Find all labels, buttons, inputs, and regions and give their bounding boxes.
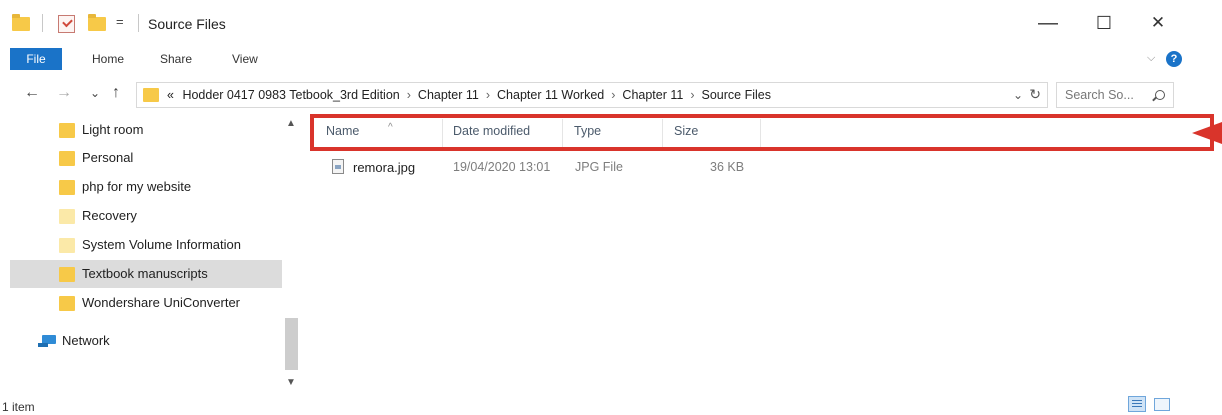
toolbar-divider — [42, 14, 43, 32]
pointer-arrow-icon — [1192, 122, 1222, 144]
sidebar-item-label: Network — [62, 333, 110, 348]
folder-icon — [59, 151, 75, 166]
expand-ribbon-icon[interactable]: ⌵ — [1147, 52, 1155, 65]
sidebar-item-label: php for my website — [82, 179, 192, 194]
navigation-pane: Light room Personal php for my website R… — [0, 116, 300, 388]
folder-icon — [59, 296, 75, 311]
properties-icon[interactable] — [58, 15, 75, 33]
refresh-icon[interactable]: ↻ — [1029, 86, 1041, 103]
window-title: Source Files — [148, 16, 226, 32]
breadcrumb-separator[interactable]: › — [407, 88, 411, 102]
sidebar-item-system-volume-information[interactable]: System Volume Information — [12, 231, 282, 259]
sidebar-item-label: System Volume Information — [82, 237, 241, 252]
sidebar-item-label: Wondershare UniConverter — [82, 295, 240, 310]
quick-access-dropdown[interactable]: = — [116, 14, 124, 29]
folder-icon — [143, 88, 159, 102]
folder-icon — [59, 267, 75, 282]
new-folder-icon[interactable] — [88, 14, 106, 31]
folder-icon — [12, 14, 30, 31]
sidebar-scrollbar[interactable]: ▲ ▼ — [283, 116, 300, 388]
close-button[interactable]: ✕ — [1138, 8, 1178, 38]
address-history-dropdown[interactable]: ⌄ — [1013, 88, 1023, 102]
breadcrumb-separator[interactable]: › — [486, 88, 490, 102]
tab-home[interactable]: Home — [92, 52, 124, 66]
sidebar-item-recovery[interactable]: Recovery — [12, 202, 282, 230]
breadcrumb-separator[interactable]: › — [690, 88, 694, 102]
breadcrumb-item[interactable]: Source Files — [702, 88, 771, 102]
sidebar-item-label: Textbook manuscripts — [82, 266, 208, 281]
up-button[interactable]: ↑ — [112, 84, 120, 102]
breadcrumb-item[interactable]: Chapter 11 Worked — [497, 88, 604, 102]
breadcrumb: « Hodder 0417 0983 Tetbook_3rd Edition › C… — [167, 88, 771, 102]
search-icon — [1155, 90, 1165, 100]
minimize-button[interactable]: — — [1028, 8, 1068, 38]
table-row[interactable]: remora.jpg 19/04/2020 13:01 JPG File 36 … — [326, 154, 926, 182]
sidebar-item-textbook-manuscripts[interactable]: Textbook manuscripts — [10, 260, 282, 288]
details-view-icon[interactable] — [1128, 396, 1146, 412]
breadcrumb-item[interactable]: Hodder 0417 0983 Tetbook_3rd Edition — [182, 88, 399, 102]
sidebar-item-php-for-my-website[interactable]: php for my website — [12, 173, 282, 201]
scroll-down-icon[interactable]: ▼ — [286, 377, 296, 388]
tab-file[interactable]: File — [10, 48, 62, 70]
navigation-bar: ← → ⌄ ↑ « Hodder 0417 0983 Tetbook_3rd E… — [0, 80, 1222, 110]
status-item-count: 1 item — [2, 400, 35, 414]
file-size: 36 KB — [710, 160, 745, 174]
tab-share[interactable]: Share — [160, 52, 192, 66]
forward-button[interactable]: → — [56, 84, 72, 102]
sidebar-item-wondershare-uniconverter[interactable]: Wondershare UniConverter — [12, 289, 282, 317]
title-bar: = Source Files — ☐ ✕ — [0, 0, 1222, 42]
sidebar-item-label: Light room — [82, 122, 144, 137]
scroll-up-icon[interactable]: ▲ — [286, 118, 296, 129]
sidebar-item-light-room[interactable]: Light room — [12, 116, 282, 144]
address-bar[interactable]: « Hodder 0417 0983 Tetbook_3rd Edition › C… — [136, 82, 1048, 108]
breadcrumb-separator[interactable]: › — [611, 88, 615, 102]
folder-icon — [59, 238, 75, 253]
file-name: remora.jpg — [353, 160, 416, 175]
search-placeholder: Search So... — [1065, 88, 1134, 102]
breadcrumb-item[interactable]: Chapter 11 — [418, 88, 479, 102]
file-date-modified: 19/04/2020 13:01 — [453, 160, 551, 174]
recent-locations-button[interactable]: ⌄ — [90, 86, 100, 100]
file-type: JPG File — [575, 160, 623, 174]
network-icon — [38, 335, 58, 347]
breadcrumb-item[interactable]: Chapter 11 — [622, 88, 683, 102]
sidebar-item-personal[interactable]: Personal — [12, 144, 282, 172]
title-divider — [138, 14, 139, 32]
back-button[interactable]: ← — [24, 84, 40, 102]
sidebar-item-label: Personal — [82, 150, 134, 165]
large-icons-view-icon[interactable] — [1154, 398, 1170, 411]
breadcrumb-overflow[interactable]: « — [167, 88, 174, 102]
image-file-icon — [332, 159, 344, 174]
search-input[interactable]: Search So... — [1056, 82, 1174, 108]
folder-icon — [59, 123, 75, 138]
sidebar-item-label: Recovery — [82, 208, 137, 223]
tab-view[interactable]: View — [232, 52, 258, 66]
sidebar-item-network[interactable]: Network — [12, 327, 282, 355]
folder-icon — [59, 180, 75, 195]
ribbon-tabs: File Home Share View ⌵ ? — [0, 46, 1222, 72]
highlight-box — [310, 114, 1214, 151]
folder-icon — [59, 209, 75, 224]
help-icon[interactable]: ? — [1166, 51, 1182, 67]
scroll-thumb[interactable] — [285, 318, 298, 370]
maximize-button[interactable]: ☐ — [1084, 8, 1124, 38]
